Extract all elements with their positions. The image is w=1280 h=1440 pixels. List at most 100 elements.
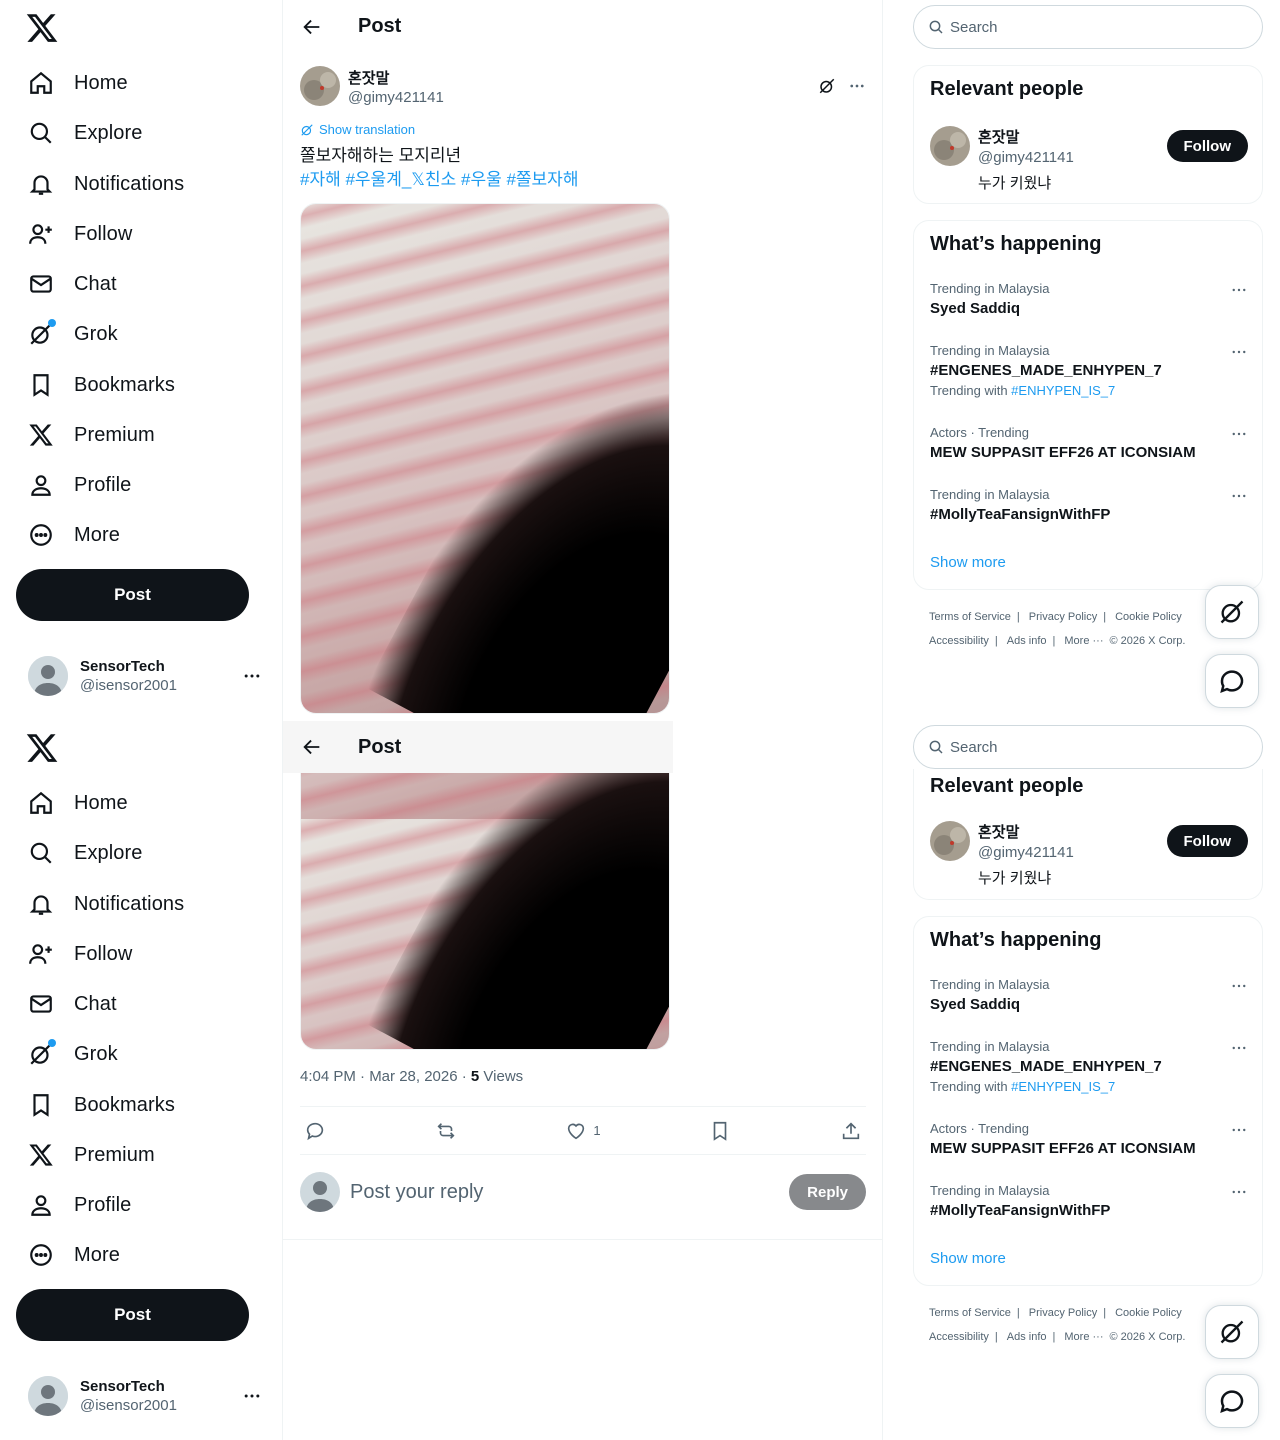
chat-float-button[interactable] — [1205, 1374, 1259, 1428]
trend-item[interactable]: Trending in Malaysia #ENGENES_MADE_ENHYP… — [930, 1039, 1248, 1094]
avatar[interactable] — [300, 66, 340, 106]
reply-action[interactable] — [304, 1120, 326, 1142]
photo-image — [301, 773, 669, 1049]
follow-button[interactable]: Follow — [1166, 825, 1248, 857]
post-button[interactable]: Post — [16, 569, 249, 621]
nav-follow[interactable]: Follow — [16, 209, 144, 259]
trend-item[interactable]: Actors · Trending MEW SUPPASIT EFF26 AT … — [930, 1121, 1248, 1157]
search-input[interactable]: Search — [913, 5, 1263, 49]
nav-more[interactable]: More — [16, 1230, 132, 1280]
nav-explore[interactable]: Explore — [16, 828, 155, 878]
nav-notifications[interactable]: Notifications — [16, 879, 196, 929]
search-input[interactable]: Search — [913, 725, 1263, 769]
nav-more[interactable]: More — [16, 510, 132, 560]
more-icon[interactable] — [1230, 1039, 1248, 1057]
grok-icon — [1218, 1318, 1246, 1346]
more-icon[interactable] — [1230, 281, 1248, 299]
trend-with-tag[interactable]: #ENHYPEN_IS_7 — [1011, 1079, 1115, 1094]
trend-context: Trending in Malaysia — [930, 281, 1050, 296]
more-icon[interactable] — [1230, 1183, 1248, 1201]
reply-composer: Post your reply Reply — [300, 1170, 866, 1214]
nav-notifications[interactable]: Notifications — [16, 159, 196, 209]
terms-link[interactable]: Terms of Service — [929, 1307, 1011, 1319]
more-icon — [242, 666, 262, 686]
tweet-photo[interactable] — [300, 203, 670, 714]
copyright: © 2026 X Corp. — [1109, 1331, 1186, 1343]
more-link[interactable]: More ··· — [1064, 635, 1103, 647]
grok-float-button[interactable] — [1205, 585, 1259, 639]
account-switcher[interactable]: SensorTech @isensor2001 — [16, 1365, 274, 1427]
reply-button[interactable]: Reply — [789, 1174, 866, 1210]
like-action[interactable]: 1 — [565, 1120, 601, 1142]
nav-home[interactable]: Home — [16, 778, 140, 828]
post-button[interactable]: Post — [16, 1289, 249, 1341]
trend-item[interactable]: Trending in Malaysia Syed Saddiq — [930, 281, 1248, 317]
nav-grok[interactable]: Grok — [16, 309, 130, 359]
trend-item[interactable]: Trending in Malaysia #ENGENES_MADE_ENHYP… — [930, 343, 1248, 398]
show-more-link[interactable]: Show more — [930, 554, 1006, 571]
tweet-hashtags[interactable]: #자해 #우울계_𝕏친소 #우울 #쫄보자해 — [300, 168, 578, 192]
cookie-link[interactable]: Cookie Policy — [1115, 611, 1182, 623]
nav-explore[interactable]: Explore — [16, 108, 155, 158]
ads-link[interactable]: Ads info — [1007, 1331, 1047, 1343]
grok-icon — [300, 123, 314, 137]
more-icon[interactable] — [1230, 343, 1248, 361]
avatar[interactable] — [930, 126, 970, 166]
trend-item[interactable]: Trending in Malaysia #MollyTeaFansignWit… — [930, 1183, 1248, 1219]
repost-action[interactable] — [435, 1120, 457, 1142]
ads-link[interactable]: Ads info — [1007, 635, 1047, 647]
nav-chat[interactable]: Chat — [16, 979, 129, 1029]
more-icon[interactable] — [1230, 1121, 1248, 1139]
grok-icon[interactable] — [818, 77, 836, 95]
nav-premium[interactable]: Premium — [16, 410, 167, 460]
whats-happening-card: What’s happening Trending in Malaysia Sy… — [913, 220, 1263, 590]
relevant-person[interactable]: 혼잣말 @gimy421141 누가 키웠냐 Follow — [930, 126, 1248, 193]
trend-item[interactable]: Actors · Trending MEW SUPPASIT EFF26 AT … — [930, 425, 1248, 461]
account-name: SensorTech — [80, 1378, 165, 1395]
nav-bookmarks[interactable]: Bookmarks — [16, 360, 187, 410]
follow-button[interactable]: Follow — [1166, 130, 1248, 162]
more-icon[interactable] — [1230, 425, 1248, 443]
more-icon[interactable] — [1230, 977, 1248, 995]
bookmark-action[interactable] — [709, 1120, 731, 1142]
trend-with-tag[interactable]: #ENHYPEN_IS_7 — [1011, 383, 1115, 398]
more-link[interactable]: More ··· — [1064, 1331, 1103, 1343]
nav-bookmarks[interactable]: Bookmarks — [16, 1080, 187, 1130]
avatar[interactable] — [930, 821, 970, 861]
nav-chat[interactable]: Chat — [16, 259, 129, 309]
chat-float-button[interactable] — [1205, 654, 1259, 708]
grok-float-button[interactable] — [1205, 1305, 1259, 1359]
nav-home[interactable]: Home — [16, 58, 140, 108]
timestamp-text[interactable]: 4:04 PM · Mar 28, 2026 · — [300, 1068, 471, 1085]
more-icon[interactable] — [1230, 487, 1248, 505]
tweet-photo[interactable] — [300, 772, 670, 1050]
more-icon[interactable] — [848, 77, 866, 95]
author-name[interactable]: 혼잣말 — [348, 67, 444, 88]
nav-grok[interactable]: Grok — [16, 1029, 130, 1079]
cookie-link[interactable]: Cookie Policy — [1115, 1307, 1182, 1319]
back-arrow-icon[interactable] — [301, 736, 323, 758]
nav-profile[interactable]: Profile — [16, 460, 143, 510]
trend-item[interactable]: Trending in Malaysia Syed Saddiq — [930, 977, 1248, 1013]
relevant-person[interactable]: 혼잣말 @gimy421141 누가 키웠냐 Follow — [930, 821, 1248, 888]
x-logo-icon[interactable] — [25, 731, 59, 765]
account-switcher[interactable]: SensorTech @isensor2001 — [16, 645, 274, 707]
back-arrow-icon[interactable] — [301, 16, 323, 38]
show-translation-label: Show translation — [319, 122, 416, 137]
accessibility-link[interactable]: Accessibility — [929, 1331, 989, 1343]
author-handle[interactable]: @gimy421141 — [348, 89, 444, 106]
privacy-link[interactable]: Privacy Policy — [1029, 611, 1097, 623]
reply-icon — [304, 1120, 326, 1142]
show-translation-link[interactable]: Show translation — [300, 122, 415, 137]
trend-item[interactable]: Trending in Malaysia #MollyTeaFansignWit… — [930, 487, 1248, 523]
share-action[interactable] — [840, 1120, 862, 1142]
reply-input[interactable]: Post your reply — [350, 1181, 789, 1204]
accessibility-link[interactable]: Accessibility — [929, 635, 989, 647]
nav-follow[interactable]: Follow — [16, 929, 144, 979]
x-logo-icon[interactable] — [25, 11, 59, 45]
privacy-link[interactable]: Privacy Policy — [1029, 1307, 1097, 1319]
nav-premium[interactable]: Premium — [16, 1130, 167, 1180]
terms-link[interactable]: Terms of Service — [929, 611, 1011, 623]
show-more-link[interactable]: Show more — [930, 1250, 1006, 1267]
nav-profile[interactable]: Profile — [16, 1180, 143, 1230]
